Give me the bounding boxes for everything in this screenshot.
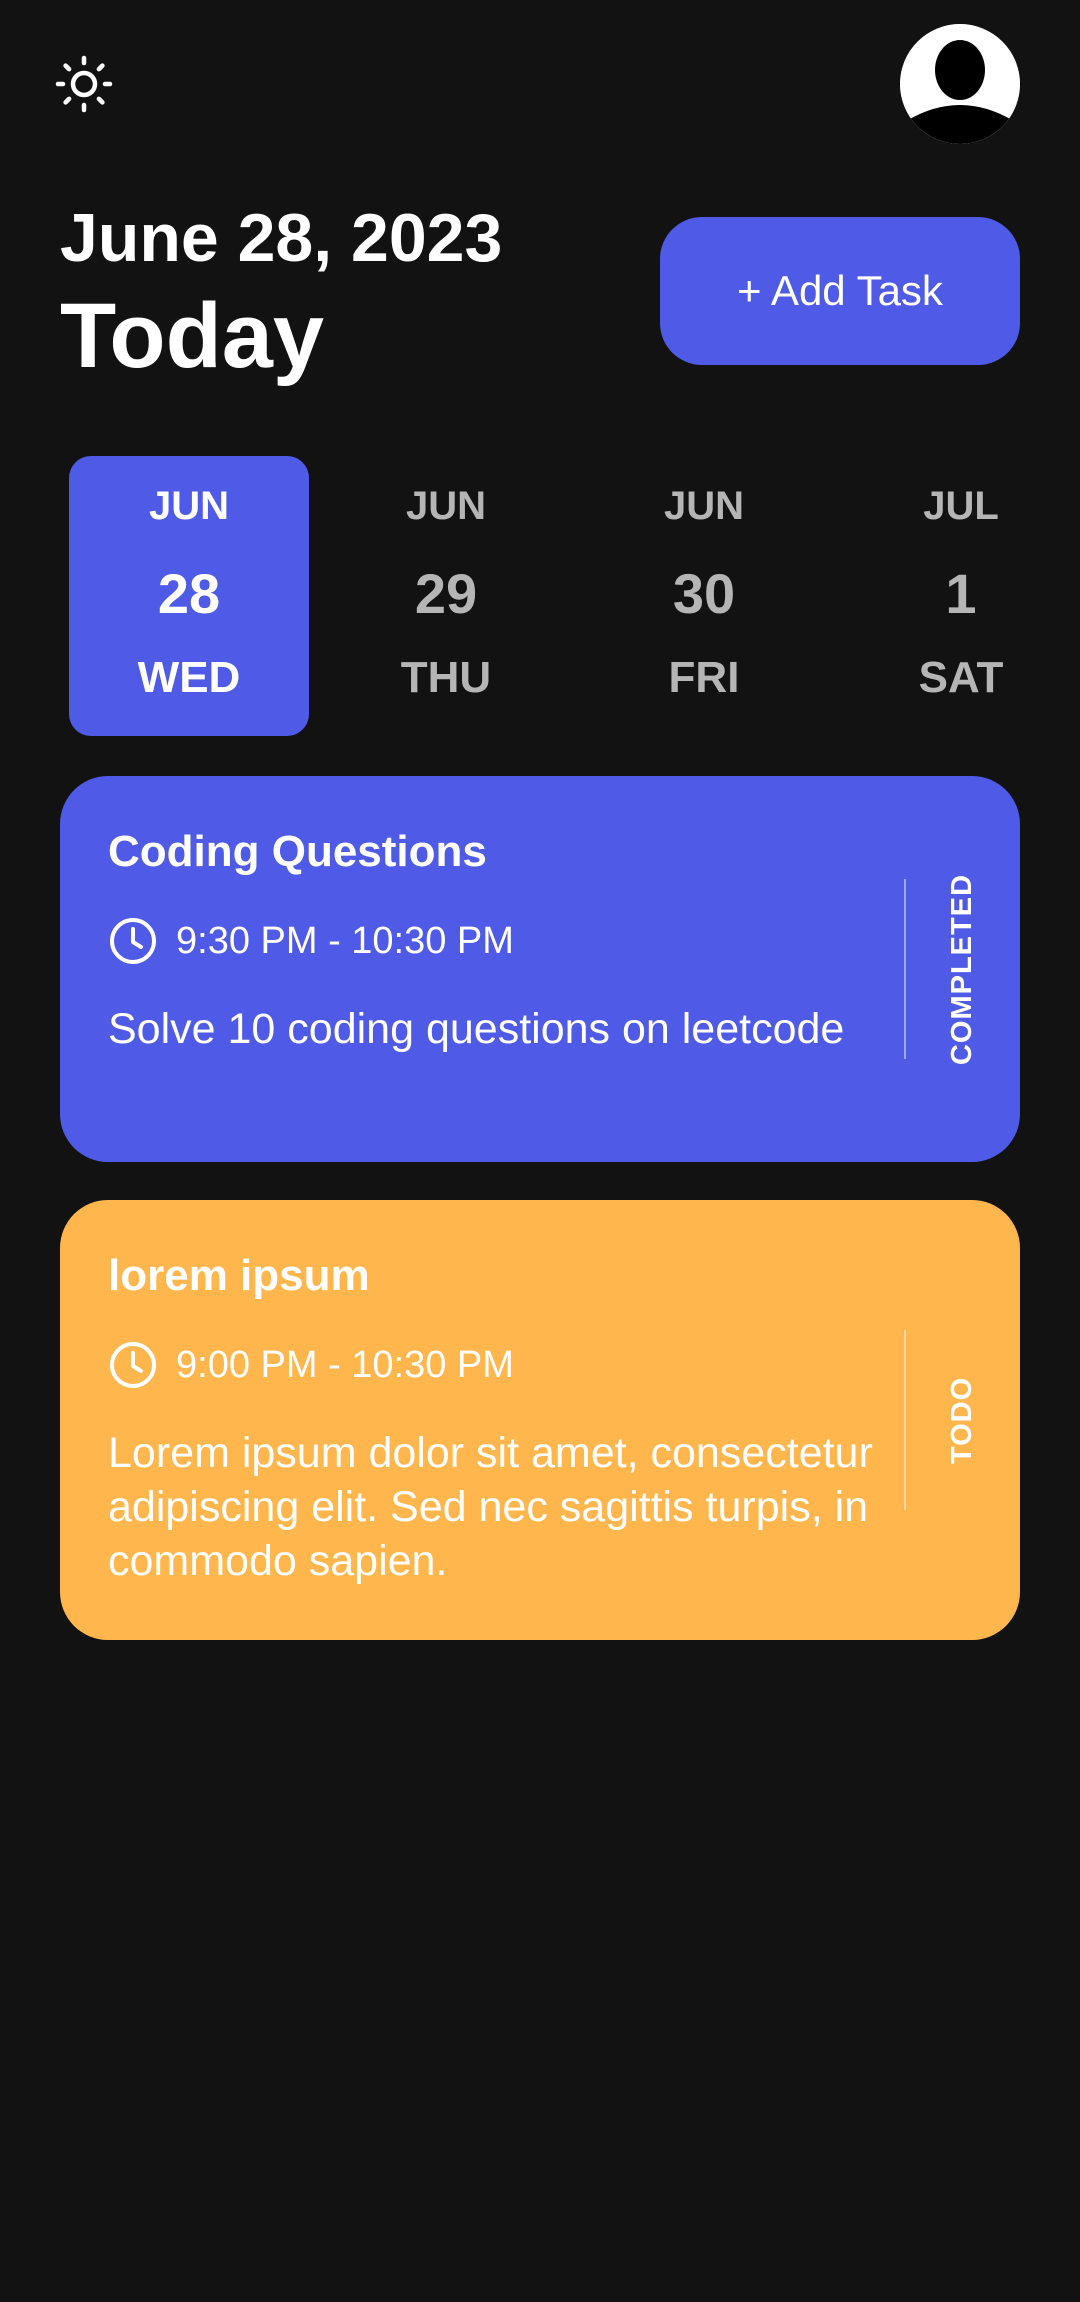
user-silhouette-icon — [900, 24, 1020, 144]
date-weekday: THU — [400, 653, 492, 702]
add-task-button[interactable]: + Add Task — [660, 217, 1020, 365]
task-description: Lorem ipsum dolor sit amet, consectetur … — [108, 1429, 873, 1585]
clock-icon — [110, 1342, 156, 1388]
date-month: JUN — [405, 484, 487, 528]
date-item-jun-30[interactable]: JUN 30 FRI — [584, 456, 824, 736]
date-day: 1 — [945, 562, 977, 625]
task-time: 9:30 PM - 10:30 PM — [108, 916, 514, 966]
task-time-text: 9:00 PM - 10:30 PM — [176, 1344, 514, 1386]
clock-icon — [110, 918, 156, 964]
date-item-jul-1[interactable]: JUL 1 SAT — [841, 456, 1080, 736]
sun-icon — [55, 55, 113, 113]
task-status-badge: TODO — [906, 1330, 1020, 1510]
date-weekday: WED — [137, 653, 241, 702]
date-day: 28 — [157, 562, 221, 625]
task-card-coding-questions[interactable]: Coding Questions 9:30 PM - 10:30 PM Solv… — [60, 776, 1020, 1162]
task-card-lorem-ipsum[interactable]: lorem ipsum 9:00 PM - 10:30 PM Lorem ips… — [60, 1200, 1020, 1640]
date-item-jun-29[interactable]: JUN 29 THU — [326, 456, 566, 736]
task-status-label: COMPLETED — [946, 873, 979, 1065]
date-month: JUN — [148, 484, 230, 528]
task-description: Solve 10 coding questions on leetcode — [108, 1005, 845, 1053]
date-weekday: FRI — [668, 653, 740, 702]
current-date: June 28, 2023 — [60, 200, 503, 276]
task-status-badge: COMPLETED — [906, 873, 1020, 1064]
date-month: JUN — [663, 484, 745, 528]
date-month: JUL — [923, 484, 999, 528]
date-weekday: SAT — [918, 653, 1004, 702]
date-picker: JUN 28 WED JUN 29 THU JUN 30 FRI JUL 1 S… — [0, 456, 1080, 736]
task-status-label: TODO — [946, 1376, 979, 1464]
date-item-jun-28[interactable]: JUN 28 WED — [69, 456, 309, 736]
task-time-text: 9:30 PM - 10:30 PM — [176, 920, 514, 962]
date-day: 30 — [672, 562, 736, 625]
task-time: 9:00 PM - 10:30 PM — [108, 1340, 514, 1390]
theme-toggle-button[interactable] — [50, 50, 118, 118]
page-title: Today — [60, 285, 325, 387]
task-title: lorem ipsum — [108, 1251, 370, 1300]
date-day: 29 — [414, 562, 478, 625]
task-title: Coding Questions — [108, 827, 487, 876]
profile-avatar[interactable] — [900, 24, 1020, 144]
